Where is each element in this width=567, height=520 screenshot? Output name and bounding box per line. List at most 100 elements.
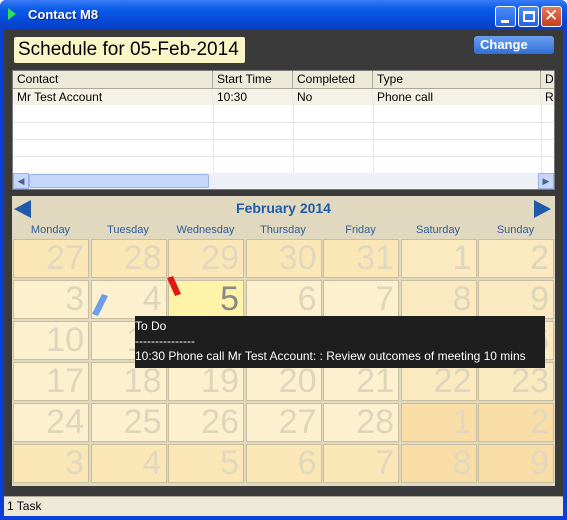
app-play-icon: [8, 8, 16, 20]
weekday-label: Saturday: [415, 224, 461, 236]
day-number: 1: [452, 239, 472, 277]
tooltip-separator: ---------------: [135, 334, 195, 348]
weekday-label: Sunday: [496, 224, 535, 236]
calendar-day[interactable]: 8: [400, 280, 477, 319]
cell-type: Phone call: [373, 89, 541, 105]
calendar-day[interactable]: 4: [90, 444, 167, 483]
task-marker-icon: [92, 294, 108, 316]
change-button[interactable]: Change: [474, 36, 554, 54]
calendar-day[interactable]: 29: [168, 239, 244, 278]
cell-d: R: [541, 89, 554, 105]
row-divider: [13, 156, 554, 157]
day-number: 3: [65, 280, 84, 318]
calendar-day[interactable]: 10: [13, 321, 89, 360]
calendar-day[interactable]: 1: [400, 239, 477, 278]
column-divider: [373, 105, 374, 173]
client-area: Schedule for 05-Feb-2014 Change Contact …: [4, 30, 563, 516]
day-number: 4: [142, 444, 162, 482]
calendar-day[interactable]: 8: [400, 444, 477, 483]
column-header-start-time[interactable]: Start Time: [213, 71, 293, 89]
day-number: 4: [142, 280, 162, 318]
day-number: 8: [452, 280, 472, 318]
day-number: 24: [46, 403, 84, 441]
day-number: 27: [278, 403, 317, 441]
cell-completed: No: [293, 89, 373, 105]
status-bar: 1 Task: [4, 496, 563, 516]
day-number: 30: [278, 239, 317, 277]
scroll-thumb[interactable]: [29, 174, 209, 188]
calendar-day[interactable]: 2: [478, 403, 554, 442]
calendar-day[interactable]: 24: [13, 403, 89, 442]
today-marker-icon: [167, 276, 181, 296]
scroll-right-icon[interactable]: ▶: [538, 173, 554, 189]
calendar-day[interactable]: 17: [13, 362, 89, 401]
day-number: 31: [356, 239, 394, 277]
maximize-button[interactable]: [518, 6, 539, 27]
calendar-day[interactable]: 3: [13, 444, 89, 483]
column-header-completed[interactable]: Completed: [293, 71, 373, 89]
title-bar: Contact M8 ✕: [0, 0, 567, 30]
close-button[interactable]: ✕: [541, 6, 562, 27]
column-header-type[interactable]: Type: [373, 71, 541, 89]
calendar-day[interactable]: 6: [245, 280, 322, 319]
day-number: 9: [530, 444, 549, 482]
calendar-day[interactable]: 30: [245, 239, 322, 278]
day-number: 28: [356, 403, 394, 441]
minimize-icon: [501, 20, 509, 23]
window-title: Contact M8: [28, 7, 99, 22]
weekday-label: Thursday: [260, 224, 306, 236]
day-number: 6: [297, 444, 317, 482]
task-tooltip: To Do --------------- 10:30 Phone call M…: [135, 316, 545, 368]
cell-start-time: 10:30: [213, 89, 293, 105]
scroll-left-icon[interactable]: ◀: [13, 173, 29, 189]
horizontal-scrollbar[interactable]: ◀ ▶: [13, 173, 554, 189]
minimize-button[interactable]: [495, 6, 516, 27]
calendar-day[interactable]: 2: [478, 239, 554, 278]
calendar-month-title: February 2014: [236, 200, 331, 216]
calendar-day[interactable]: 7: [323, 280, 399, 319]
day-number: 5: [220, 280, 239, 318]
task-grid: Contact Start Time Completed Type D Mr T…: [12, 70, 555, 190]
column-header-contact[interactable]: Contact: [13, 71, 213, 89]
day-number: 10: [46, 321, 84, 359]
calendar-day[interactable]: 9: [478, 280, 554, 319]
calendar-day[interactable]: 3: [13, 280, 89, 319]
row-divider: [13, 122, 554, 123]
tooltip-detail: 10:30 Phone call Mr Test Account: : Revi…: [135, 349, 526, 363]
day-number: 28: [123, 239, 162, 277]
weekday-label: Tuesday: [107, 224, 149, 236]
app-window: Contact M8 ✕ Schedule for 05-Feb-2014 Ch…: [0, 0, 567, 520]
column-divider: [293, 105, 294, 173]
day-number: 7: [375, 444, 394, 482]
day-number: 8: [452, 444, 472, 482]
calendar-day[interactable]: 9: [478, 444, 554, 483]
day-number: 1: [452, 403, 472, 441]
calendar-day[interactable]: 28: [323, 403, 399, 442]
day-number: 6: [297, 280, 317, 318]
cell-contact: Mr Test Account: [13, 89, 213, 105]
table-row[interactable]: Mr Test Account 10:30 No Phone call R: [13, 89, 554, 105]
calendar-day[interactable]: 27: [13, 239, 89, 278]
column-header-d[interactable]: D: [541, 71, 554, 89]
calendar-day[interactable]: 27: [245, 403, 322, 442]
calendar-day[interactable]: 26: [168, 403, 244, 442]
weekday-label: Friday: [345, 224, 376, 236]
schedule-title: Schedule for 05-Feb-2014: [14, 37, 245, 63]
grid-header: Contact Start Time Completed Type D: [13, 71, 554, 89]
column-divider: [541, 105, 542, 173]
calendar-day[interactable]: 25: [90, 403, 167, 442]
calendar-day[interactable]: 7: [323, 444, 399, 483]
calendar-day[interactable]: 28: [90, 239, 167, 278]
next-month-arrow-icon[interactable]: [534, 200, 551, 218]
day-number: 5: [220, 444, 239, 482]
day-number: 26: [201, 403, 239, 441]
day-number: 25: [123, 403, 162, 441]
day-number: 29: [201, 239, 239, 277]
maximize-icon: [523, 11, 535, 22]
calendar-day[interactable]: 31: [323, 239, 399, 278]
calendar-day[interactable]: 5: [168, 444, 244, 483]
day-number: 3: [65, 444, 84, 482]
column-divider: [213, 105, 214, 173]
calendar-day[interactable]: 1: [400, 403, 477, 442]
calendar-day[interactable]: 6: [245, 444, 322, 483]
